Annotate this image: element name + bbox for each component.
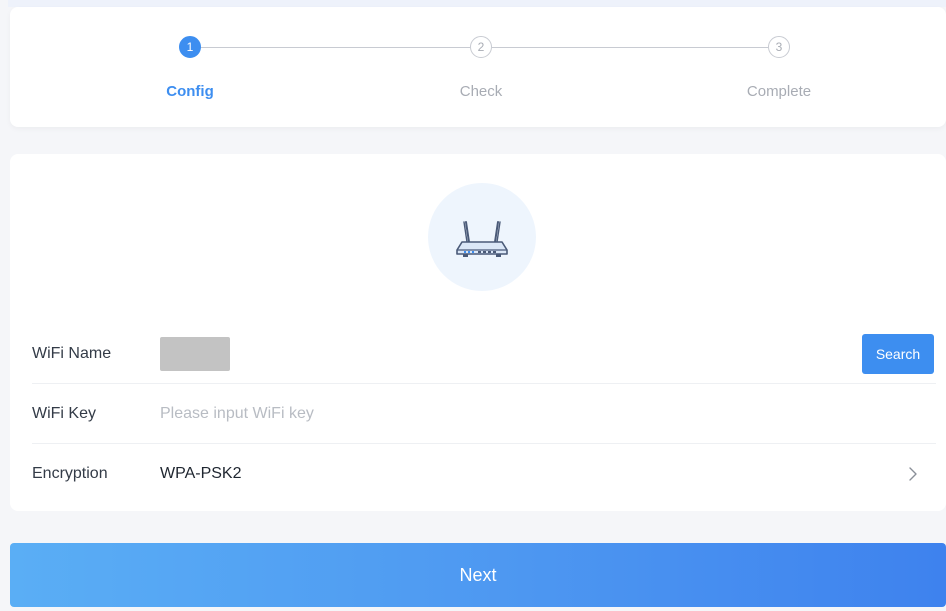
router-icon-badge — [428, 183, 536, 291]
wifi-name-row: WiFi Name Search — [32, 325, 936, 384]
step-2-number: 2 — [477, 40, 485, 54]
wifi-key-label: WiFi Key — [32, 405, 96, 422]
encryption-value: WPA-PSK2 — [160, 465, 242, 482]
wifi-key-row: WiFi Key — [32, 385, 936, 444]
router-icon — [456, 221, 508, 257]
step-2-indicator: 2 — [470, 36, 492, 58]
step-3-indicator: 3 — [768, 36, 790, 58]
chevron-right-icon[interactable] — [904, 465, 922, 483]
wifi-key-input[interactable] — [160, 405, 560, 423]
next-button[interactable]: Next — [10, 543, 946, 607]
encryption-row[interactable]: Encryption WPA-PSK2 — [32, 445, 936, 503]
top-border — [8, 0, 946, 7]
stepper-card: 1 2 3 Config Check Complete — [10, 7, 946, 127]
search-button[interactable]: Search — [862, 334, 934, 374]
step-3-number: 3 — [775, 40, 783, 54]
wifi-name-label: WiFi Name — [32, 345, 112, 362]
step-connector-2 — [492, 47, 768, 48]
encryption-label: Encryption — [32, 465, 108, 482]
step-connector-1 — [200, 47, 470, 48]
wifi-form-card: WiFi Name Search WiFi Key Encryption WPA… — [10, 154, 946, 511]
step-3-label: Complete — [746, 83, 812, 100]
step-1-indicator: 1 — [179, 36, 201, 58]
step-1-number: 1 — [186, 40, 194, 54]
step-1-label: Config — [166, 83, 214, 100]
wifi-config-page: 1 2 3 Config Check Complete WiFi Name Se… — [0, 0, 946, 611]
step-2-label: Check — [459, 83, 503, 100]
wifi-name-value-redacted — [160, 337, 230, 371]
